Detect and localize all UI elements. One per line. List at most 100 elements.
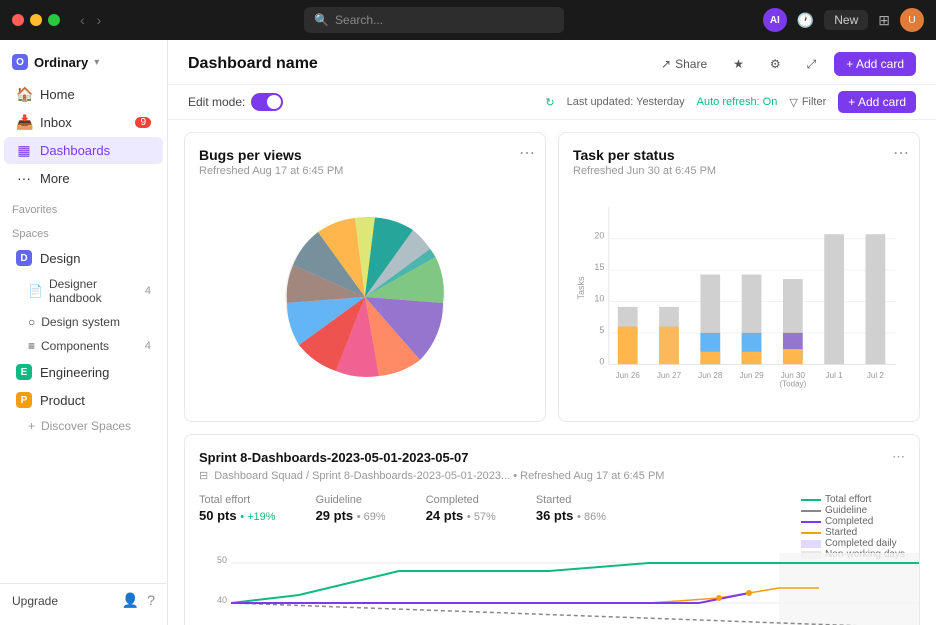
started-value: 36 pts • 86% [536, 508, 606, 523]
started-stat: Started 36 pts • 86% [536, 494, 606, 523]
svg-text:Tasks: Tasks [576, 276, 586, 299]
share-button[interactable]: ↗ Share [653, 53, 715, 75]
guideline-label: Guideline [316, 494, 386, 506]
svg-text:Jun 27: Jun 27 [657, 371, 682, 380]
task-bar-chart: 0 5 10 15 20 Tasks [573, 187, 905, 407]
toolbar-right: ↻ Last updated: Yesterday Auto refresh: … [545, 91, 916, 113]
sprint-menu-icon[interactable]: ⋯ [892, 449, 905, 465]
svg-text:Jun 28: Jun 28 [698, 371, 723, 380]
sidebar-discover-spaces[interactable]: + Discover Spaces [4, 415, 163, 437]
design-space-icon: D [16, 250, 32, 266]
sidebar-item-design[interactable]: D Design [4, 245, 163, 271]
legend-started-line [801, 532, 821, 534]
sidebar-sub-design-system[interactable]: ○ Design system [4, 311, 163, 333]
minimize-button[interactable] [30, 14, 42, 26]
favorite-button[interactable]: ★ [725, 53, 752, 75]
pie-svg [265, 197, 465, 397]
product-space-label: Product [40, 393, 85, 408]
add-card-button[interactable]: + Add card [834, 52, 916, 76]
forward-arrow-icon[interactable]: › [93, 10, 106, 30]
spaces-section-label: Spaces [0, 220, 167, 244]
user-icon[interactable]: 👤 [122, 592, 139, 609]
discover-spaces-label: Discover Spaces [41, 419, 131, 433]
svg-text:20: 20 [594, 231, 604, 241]
inbox-icon: 📥 [16, 114, 32, 131]
maximize-button[interactable] [48, 14, 60, 26]
sidebar-item-engineering[interactable]: E Engineering [4, 359, 163, 385]
expand-button[interactable]: ⤢ [799, 53, 825, 76]
add-card-toolbar-button[interactable]: + Add card [838, 91, 916, 113]
bugs-card-title: Bugs per views [199, 147, 531, 163]
auto-refresh-text[interactable]: Auto refresh: On [697, 96, 778, 108]
sidebar-home-label: Home [40, 87, 75, 102]
sidebar-item-inbox[interactable]: 📥 Inbox 9 [4, 109, 163, 136]
task-card-title: Task per status [573, 147, 905, 163]
help-icon[interactable]: ? [147, 592, 155, 609]
sidebar-dashboards-label: Dashboards [40, 143, 110, 158]
search-icon: 🔍 [314, 13, 329, 27]
svg-text:Jun 26: Jun 26 [616, 371, 641, 380]
bugs-card-subtitle: Refreshed Aug 17 at 6:45 PM [199, 165, 531, 177]
sprint-stats: Total effort 50 pts • +19% Guideline 29 … [199, 494, 606, 523]
sprint-title: Sprint 8-Dashboards-2023-05-01-2023-05-0… [199, 450, 469, 465]
content-area: Dashboard name ↗ Share ★ ⚙ ⤢ + Add card [168, 40, 936, 625]
last-updated-text: Last updated: Yesterday [567, 96, 685, 108]
new-button[interactable]: New [824, 10, 868, 30]
plus-icon: + [28, 419, 35, 433]
topbar-left: ‹ › [12, 10, 105, 30]
close-button[interactable] [12, 14, 24, 26]
legend-total-effort-line [801, 499, 821, 501]
total-effort-label: Total effort [199, 494, 276, 506]
design-system-label: Design system [41, 315, 120, 329]
svg-text:Jul 1: Jul 1 [826, 371, 844, 380]
svg-text:(Today): (Today) [779, 380, 806, 389]
search-bar[interactable]: 🔍 Search... [304, 7, 564, 33]
task-card-menu-icon[interactable]: ⋯ [893, 143, 909, 163]
legend-guideline-line [801, 510, 821, 512]
sidebar-item-home[interactable]: 🏠 Home [4, 81, 163, 108]
edit-mode-switch[interactable] [251, 93, 283, 111]
ai-badge[interactable]: AI [763, 8, 787, 32]
filter-icon: ▽ [789, 96, 797, 109]
sprint-chart-container: 30 40 50 [199, 543, 905, 625]
components-label: Components [41, 339, 109, 353]
sidebar-item-product[interactable]: P Product [4, 387, 163, 413]
svg-text:0: 0 [599, 356, 604, 366]
favorites-section-label: Favorites [0, 196, 167, 220]
legend-total-effort: Total effort [801, 494, 905, 505]
completed-stat: Completed 24 pts • 57% [426, 494, 496, 523]
workspace-selector[interactable]: O Ordinary ▾ [0, 48, 167, 76]
sidebar-sub-components[interactable]: ≡ Components 4 [4, 335, 163, 357]
upgrade-button[interactable]: Upgrade [12, 594, 58, 608]
share-icon: ↗ [661, 57, 671, 71]
dashboard-header: Dashboard name ↗ Share ★ ⚙ ⤢ + Add card [168, 40, 936, 85]
filter-button[interactable]: ▽ Filter [789, 96, 826, 109]
sprint-chart-svg: 30 40 50 [199, 543, 936, 625]
back-arrow-icon[interactable]: ‹ [76, 10, 89, 30]
list-icon: ≡ [28, 339, 35, 353]
svg-text:5: 5 [599, 325, 604, 335]
workspace-icon: O [12, 54, 28, 70]
svg-text:15: 15 [594, 262, 604, 272]
legend-started: Started [801, 527, 905, 538]
svg-text:50: 50 [217, 555, 227, 565]
sidebar-item-more[interactable]: ··· More [4, 165, 163, 191]
components-count: 4 [145, 340, 151, 352]
edit-mode-label: Edit mode: [188, 95, 245, 109]
task-bar-svg: 0 5 10 15 20 Tasks [573, 187, 905, 407]
refresh-icon: ↻ [545, 96, 554, 109]
filter-label: Filter [802, 96, 826, 108]
dashboard-icon: ⊟ [199, 469, 208, 482]
traffic-lights [12, 14, 60, 26]
svg-text:40: 40 [217, 595, 227, 605]
task-card-subtitle: Refreshed Jun 30 at 6:45 PM [573, 165, 905, 177]
bugs-card-menu-icon[interactable]: ⋯ [519, 143, 535, 163]
dashboard-header-actions: ↗ Share ★ ⚙ ⤢ + Add card [653, 52, 916, 76]
topbar-right: AI 🕐 New ⊞ U [763, 8, 924, 32]
design-space-label: Design [40, 251, 80, 266]
grid-icon[interactable]: ⊞ [878, 12, 890, 29]
settings-button[interactable]: ⚙ [762, 53, 789, 75]
avatar[interactable]: U [900, 8, 924, 32]
sidebar-item-dashboards[interactable]: ▦ Dashboards [4, 137, 163, 164]
sidebar-sub-designer-handbook[interactable]: 📄 Designer handbook 4 [4, 273, 163, 309]
